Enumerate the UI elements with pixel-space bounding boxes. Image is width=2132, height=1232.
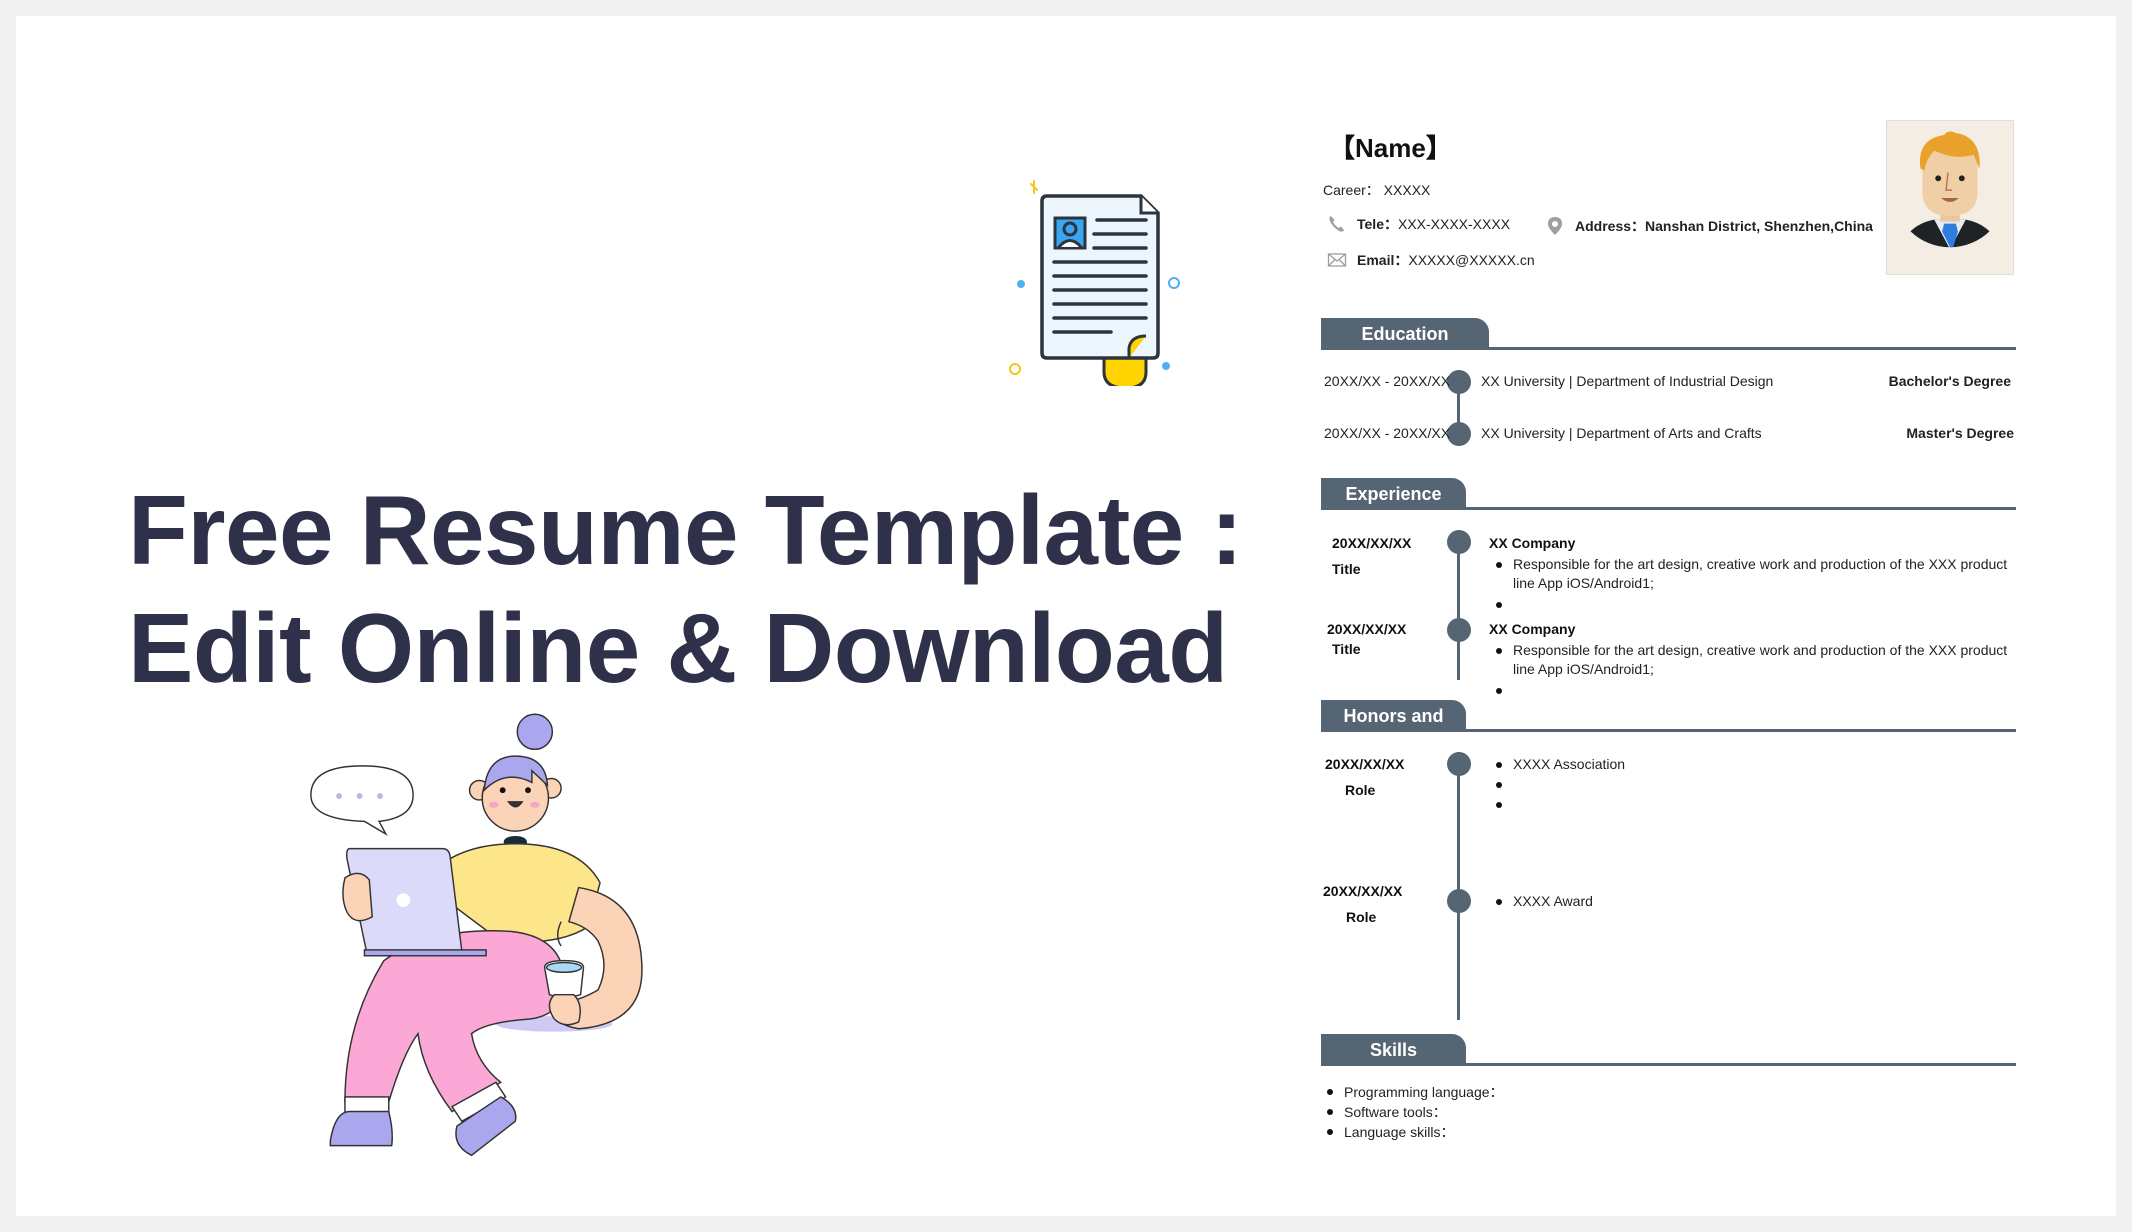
experience-date: 20XX/XX/XX [1327, 621, 1407, 637]
honors-bullet: XXXX Association [1495, 756, 1626, 772]
education-degree: Master's Degree [1906, 425, 2014, 441]
page-card: Free Resume Template : Edit Online & Dow… [16, 16, 2116, 1216]
resume-career: Career： XXXXX [1323, 182, 1431, 198]
experience-title: Title [1332, 561, 1361, 577]
honors-header: Honors and [1321, 700, 2016, 732]
honors-tab: Honors and [1321, 700, 1466, 732]
resume-email: Email： XXXXX@XXXXX.cn [1327, 250, 1535, 270]
address-value: Nanshan District, Shenzhen,China [1645, 218, 1873, 234]
resume-address: Address： Nanshan District, Shenzhen,Chin… [1545, 216, 1873, 236]
timeline-dot [1447, 889, 1471, 913]
timeline-dot [1447, 422, 1471, 446]
timeline-dot [1447, 752, 1471, 776]
experience-company: XX Company [1489, 621, 1576, 637]
honors-bullet: XXXX Award [1496, 893, 1593, 909]
honors-timeline [1457, 752, 1460, 1020]
timeline-dot [1447, 530, 1471, 554]
tele-label: Tele： [1357, 216, 1398, 232]
skills-header: Skills [1321, 1034, 2016, 1066]
resume-name: 【Name】 [1329, 133, 1452, 163]
honors-rule [1321, 729, 2016, 732]
resume-tele: Tele： XXX-XXXX-XXXX [1327, 214, 1510, 234]
skills-tab: Skills [1321, 1034, 1466, 1066]
profile-photo [1886, 120, 2014, 275]
experience-bullet: Responsible for the art design, creative… [1496, 555, 2013, 593]
skill-item: Programming language： [1327, 1084, 1504, 1100]
education-degree: Bachelor's Degree [1888, 373, 2011, 389]
honors-role: Role [1346, 909, 1377, 925]
skills-rule [1321, 1063, 2016, 1066]
experience-bullet [1496, 595, 2013, 614]
experience-tab: Experience [1321, 478, 1466, 510]
section-honors: Honors and 20XX/XX/XX Role XXXX Associat… [1321, 700, 2016, 1020]
skill-item: Language skills： [1327, 1124, 1455, 1140]
resume-preview: 【Name】 Career： XXXXX Tele： XXX-XXXX-XXXX… [1321, 116, 2016, 1156]
tele-value: XXX-XXXX-XXXX [1397, 216, 1511, 232]
experience-title: Title [1332, 641, 1361, 657]
education-rule [1321, 347, 2016, 350]
phone-icon [1329, 216, 1344, 232]
honors-date: 20XX/XX/XX [1325, 756, 1405, 772]
education-tab: Education [1321, 318, 1489, 350]
hero-headline: Free Resume Template : Edit Online & Dow… [128, 471, 1243, 707]
experience-rule [1321, 507, 2016, 510]
resume-document-icon [1009, 180, 1180, 386]
honors-role: Role [1345, 782, 1376, 798]
timeline-dot [1447, 618, 1471, 642]
hero-title-line2: Edit Online & Download [128, 593, 1228, 703]
email-value: XXXXX@XXXXX.cn [1408, 252, 1535, 268]
skill-item: Software tools： [1327, 1104, 1447, 1120]
person-with-laptop-illustration [310, 713, 643, 1157]
experience-bullet [1496, 681, 2013, 700]
timeline-dot [1447, 370, 1471, 394]
experience-company: XX Company [1489, 535, 1576, 551]
location-pin-icon [1548, 217, 1562, 235]
address-label: Address： [1575, 218, 1646, 234]
section-education: Education 20XX/XX - 20XX/XX XX Universit… [1321, 318, 2016, 448]
experience-date: 20XX/XX/XX [1332, 535, 1412, 551]
envelope-icon [1327, 253, 1347, 267]
experience-bullet: Responsible for the art design, creative… [1496, 641, 2013, 679]
hero-title-line1: Free Resume Template : [128, 475, 1243, 585]
education-date: 20XX/XX - 20XX/XX [1324, 373, 1451, 389]
section-experience: Experience 20XX/XX/XX Title XX Company R… [1321, 478, 2016, 698]
experience-header: Experience [1321, 478, 2016, 510]
avatar-illustration [1896, 131, 2004, 248]
education-school: XX University | Department of Industrial… [1481, 373, 1774, 389]
education-date: 20XX/XX - 20XX/XX [1324, 425, 1451, 441]
education-header: Education [1321, 318, 2016, 350]
email-label: Email： [1357, 252, 1409, 268]
section-skills: Skills Programming language： Software to… [1321, 1034, 2016, 1154]
honors-date: 20XX/XX/XX [1323, 883, 1403, 899]
education-school: XX University | Department of Arts and C… [1481, 425, 1762, 441]
